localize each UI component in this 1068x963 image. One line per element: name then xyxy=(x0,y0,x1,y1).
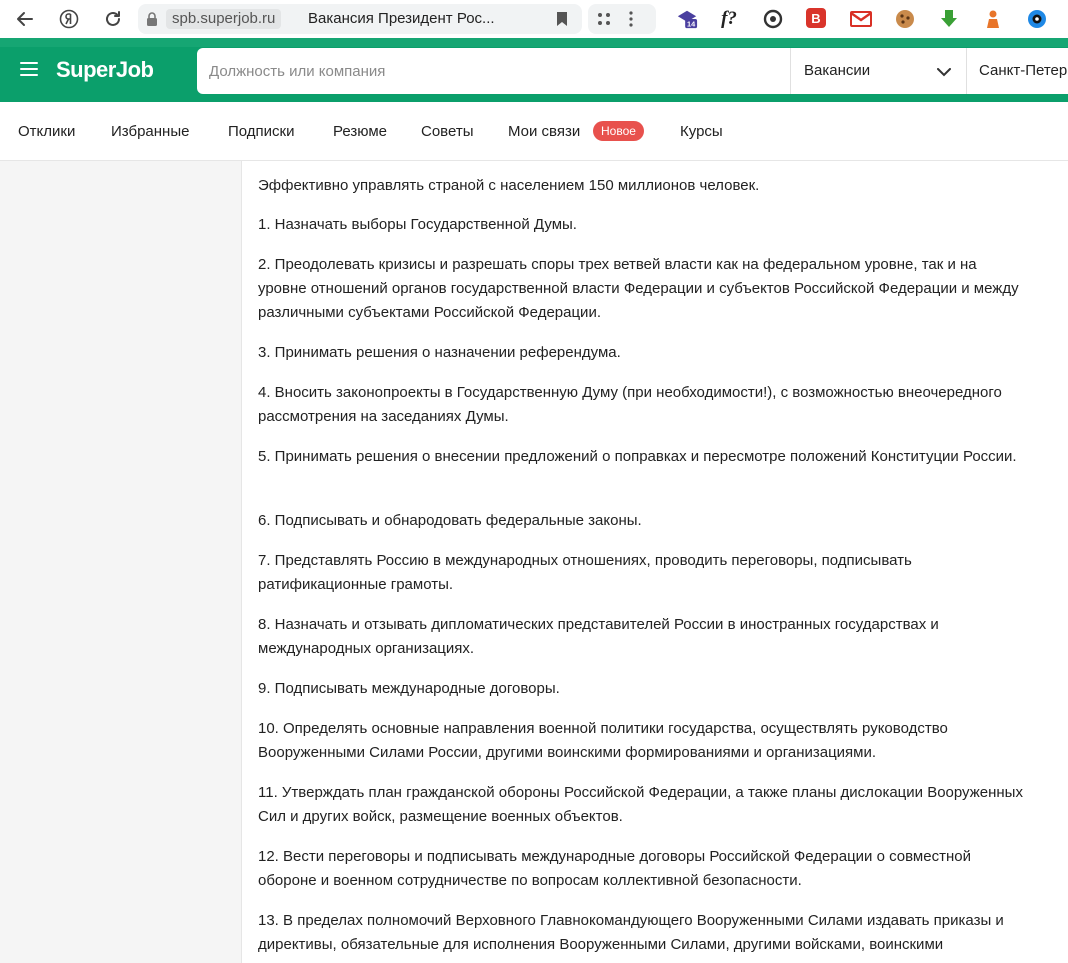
more-vertical-icon[interactable] xyxy=(628,11,634,32)
site-header: SuperJob Вакансии Санкт-Петер xyxy=(0,38,1068,102)
description-paragraph: 10. Определять основные направления воен… xyxy=(258,720,948,761)
nav-item-my-connections[interactable]: Мои связи xyxy=(508,123,580,140)
apps-grid-icon[interactable] xyxy=(596,11,612,32)
description-paragraph: 9. Подписывать международные договоры. xyxy=(258,680,560,697)
description-paragraph: 2. Преодолевать кризисы и разрешать спор… xyxy=(258,256,1019,321)
nav-item-advice[interactable]: Советы xyxy=(421,123,473,140)
search-type-label: Вакансии xyxy=(804,62,871,79)
bookmark-icon[interactable] xyxy=(556,11,568,32)
search-input[interactable] xyxy=(197,48,789,94)
new-badge: Новое xyxy=(593,121,644,141)
back-arrow-icon[interactable] xyxy=(12,6,38,32)
f-question-extension-icon[interactable]: f? xyxy=(718,8,740,30)
cookie-extension-icon[interactable] xyxy=(894,8,916,30)
description-paragraph: 5. Принимать решения о внесении предложе… xyxy=(258,448,1017,465)
address-bar[interactable]: spb.superjob.ru Вакансия Президент Рос..… xyxy=(138,4,582,34)
description-paragraph: 13. В пределах полномочий Верховного Гла… xyxy=(258,912,1004,953)
calendar-14-label: 14 xyxy=(687,19,696,28)
reload-icon[interactable] xyxy=(100,6,126,32)
green-download-extension-icon[interactable] xyxy=(938,8,960,30)
b-red-extension-icon[interactable]: B xyxy=(806,8,826,28)
nav-item-courses[interactable]: Курсы xyxy=(680,123,723,140)
description-paragraph: 3. Принимать решения о назначении рефере… xyxy=(258,344,621,361)
menu-icon[interactable] xyxy=(20,62,38,76)
calendar-14-extension-icon[interactable]: 14 xyxy=(676,8,698,30)
yandex-icon[interactable] xyxy=(56,6,82,32)
superjob-logo[interactable]: SuperJob xyxy=(56,57,154,83)
search-bar: Вакансии Санкт-Петер xyxy=(197,48,1068,94)
description-paragraph: Эффективно управлять страной с население… xyxy=(258,177,760,194)
nav-item-subscriptions[interactable]: Подписки xyxy=(228,123,295,140)
description-paragraph: 6. Подписывать и обнародовать федеральны… xyxy=(258,512,642,529)
description-paragraph: 12. Вести переговоры и подписывать между… xyxy=(258,848,971,889)
address-domain: spb.superjob.ru xyxy=(166,9,282,29)
lock-icon xyxy=(146,11,158,32)
nav-item-responses[interactable]: Отклики xyxy=(18,123,75,140)
user-nav: Отклики Избранные Подписки Резюме Советы… xyxy=(0,102,1068,161)
orange-figure-extension-icon[interactable] xyxy=(982,8,1004,30)
browser-toolbar: spb.superjob.ru Вакансия Президент Рос..… xyxy=(0,0,1068,39)
description-paragraph: 11. Утверждать план гражданской обороны … xyxy=(258,784,1023,825)
chevron-down-icon xyxy=(937,64,951,82)
browser-menu-box xyxy=(588,4,656,34)
nav-item-favorites[interactable]: Избранные xyxy=(111,123,189,140)
description-paragraph: 4. Вносить законопроекты в Государственн… xyxy=(258,384,1002,425)
city-label: Санкт-Петер xyxy=(979,62,1068,79)
description-paragraph: 7. Представлять Россию в международных о… xyxy=(258,552,912,593)
blue-circle-extension-icon[interactable] xyxy=(1026,8,1048,30)
gmail-extension-icon[interactable] xyxy=(850,8,872,30)
description-paragraph: 1. Назначать выборы Государственной Думы… xyxy=(258,216,577,233)
nav-item-resume[interactable]: Резюме xyxy=(333,123,387,140)
city-select[interactable]: Санкт-Петер xyxy=(966,48,1068,94)
description-paragraph: 8. Назначать и отзывать дипломатических … xyxy=(258,616,939,657)
search-type-select[interactable]: Вакансии xyxy=(790,48,965,94)
left-sidebar xyxy=(0,161,242,963)
refresh-circle-extension-icon[interactable] xyxy=(762,8,784,30)
header-top-strip xyxy=(0,38,1068,47)
page-tab-title: Вакансия Президент Рос... xyxy=(308,10,495,27)
